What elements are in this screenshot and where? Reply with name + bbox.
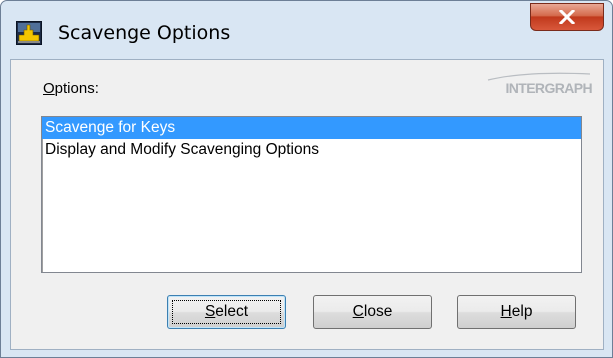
intergraph-logo-mark: INTERGRAPH bbox=[487, 72, 593, 96]
close-button-text: lose bbox=[363, 303, 393, 320]
dialog-window: Scavenge Options Options: INTERGRAPH Sca… bbox=[0, 0, 613, 358]
list-item-scavenge-for-keys[interactable]: Scavenge for Keys bbox=[42, 117, 581, 139]
options-label: Options: bbox=[43, 80, 99, 97]
help-button-accelerator: H bbox=[500, 303, 512, 320]
options-listbox[interactable]: Scavenge for Keys Display and Modify Sca… bbox=[41, 116, 582, 273]
close-button[interactable]: Close bbox=[313, 295, 432, 329]
close-button-label: Close bbox=[353, 303, 393, 321]
select-button[interactable]: Select bbox=[167, 295, 286, 329]
close-button-accelerator: C bbox=[352, 303, 364, 320]
help-button[interactable]: Help bbox=[457, 295, 576, 329]
dialog-body: Options: INTERGRAPH Scavenge for Keys Di… bbox=[10, 59, 604, 350]
focus-rectangle bbox=[172, 300, 281, 324]
list-item-display-modify-options[interactable]: Display and Modify Scavenging Options bbox=[42, 139, 581, 161]
help-button-text: elp bbox=[511, 303, 533, 320]
close-icon bbox=[559, 10, 575, 24]
scavenge-app-icon bbox=[16, 21, 42, 45]
window-close-button[interactable] bbox=[530, 3, 604, 31]
window-title: Scavenge Options bbox=[58, 22, 231, 44]
intergraph-logo: INTERGRAPH bbox=[486, 67, 596, 97]
options-label-accelerator: O bbox=[43, 80, 55, 97]
help-button-label: Help bbox=[501, 303, 533, 321]
svg-text:INTERGRAPH: INTERGRAPH bbox=[505, 80, 592, 96]
options-label-text: ptions: bbox=[54, 80, 99, 97]
title-bar[interactable]: Scavenge Options bbox=[1, 1, 612, 61]
